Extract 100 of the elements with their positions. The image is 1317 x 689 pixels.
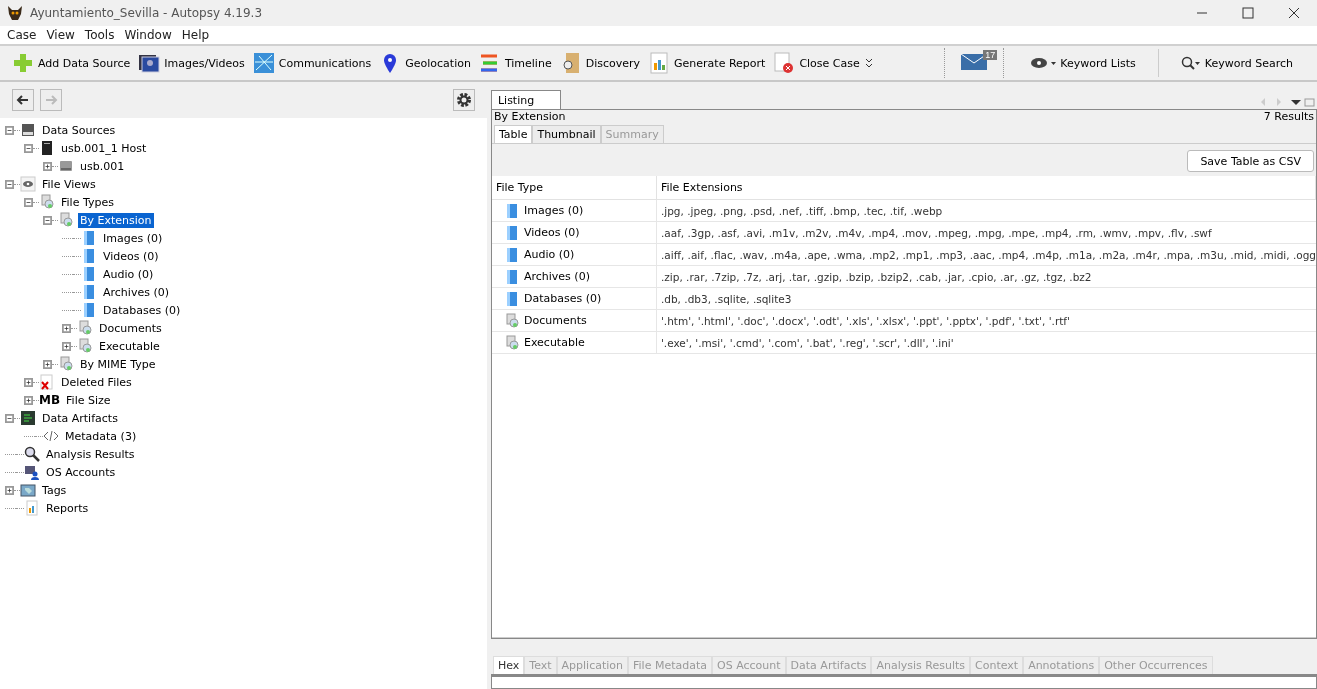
accounts-icon (24, 464, 40, 480)
table-cell[interactable]: Documents (491, 310, 657, 331)
expand-toggle[interactable] (5, 485, 14, 495)
back-button[interactable] (12, 89, 34, 111)
settings-button[interactable] (452, 89, 475, 111)
collapse-toggle[interactable] (24, 143, 33, 153)
table-cell-text: .jpg, .jpeg, .png, .psd, .nef, .tiff, .bmp, .tec, .tif, .webp (659, 203, 944, 219)
tree-item[interactable]: Documents (97, 320, 164, 336)
toolbar-button[interactable]: Images/Videos (134, 48, 249, 78)
report-icon (24, 500, 40, 516)
breadcrumb: By Extension (493, 110, 566, 123)
expand-toggle[interactable] (24, 395, 33, 405)
keyword-lists-button[interactable]: Keyword Lists (1020, 48, 1146, 78)
tree-item[interactable]: OS Accounts (44, 464, 118, 480)
tree-item[interactable]: Analysis Results (44, 446, 137, 462)
tree-item[interactable]: File Size (64, 392, 113, 408)
search-icon (1180, 56, 1201, 70)
file-icon (81, 230, 97, 246)
table-cell[interactable]: Executable (491, 332, 657, 353)
file-icon (81, 284, 97, 300)
keyword-search-button[interactable]: Keyword Search (1170, 48, 1303, 78)
toolbar-button[interactable]: Close Case (769, 48, 864, 78)
expand-toggle[interactable] (43, 359, 52, 369)
menu-item[interactable]: Tools (79, 28, 120, 42)
drive-icon (58, 158, 74, 174)
arrow-right-icon (44, 93, 58, 107)
table-cell[interactable]: Databases (0) (491, 288, 657, 309)
collapse-toggle[interactable] (5, 125, 14, 135)
toolbar-button[interactable]: Timeline (474, 48, 556, 78)
tree-item[interactable]: Audio (0) (101, 266, 156, 282)
file-icon (81, 248, 97, 264)
tree-item[interactable]: By Extension (78, 212, 154, 228)
tree-item[interactable]: Videos (0) (101, 248, 161, 264)
tree-item[interactable]: Images (0) (101, 230, 165, 246)
file-types-icon (58, 212, 74, 228)
tree-item[interactable]: Deleted Files (59, 374, 134, 390)
eye-dropdown-icon (1030, 57, 1057, 69)
tree-item[interactable]: Executable (97, 338, 162, 354)
notification-count: 17 (983, 50, 998, 60)
tree-item[interactable]: File Types (59, 194, 116, 210)
tree-item[interactable]: By MIME Type (78, 356, 158, 372)
collapse-toggle[interactable] (5, 179, 14, 189)
tree-item[interactable]: Data Artifacts (40, 410, 120, 426)
document-close-icon (773, 52, 796, 74)
tree-item[interactable]: Data Sources (40, 122, 118, 138)
magnifier-icon (24, 446, 40, 462)
file-types-icon (58, 356, 74, 372)
results-count: 7 Results (1263, 110, 1314, 123)
server-icon (39, 140, 55, 156)
content-tab[interactable]: Hex (492, 656, 525, 674)
view-tab[interactable]: Table (493, 125, 533, 143)
tree-item[interactable]: Reports (44, 500, 91, 516)
expand-toggle[interactable] (62, 323, 71, 333)
menu-item[interactable]: Case (2, 28, 42, 42)
expand-toggle[interactable] (43, 161, 52, 171)
settings-icon (455, 92, 472, 108)
chevron-double-icon[interactable] (863, 57, 874, 69)
eye-icon (20, 176, 36, 192)
collapse-toggle[interactable] (5, 413, 14, 423)
tag-folder-icon (20, 482, 36, 498)
report-icon (648, 52, 671, 74)
menu-item[interactable]: View (41, 28, 80, 42)
toolbar-button[interactable]: Discovery (555, 48, 645, 78)
envelope-icon (961, 52, 988, 71)
save-csv-button[interactable]: Save Table as CSV (1187, 150, 1314, 172)
code-icon (43, 428, 59, 444)
notifications-button[interactable]: 17 (944, 48, 1005, 78)
column-header[interactable]: File Extensions (656, 176, 1316, 199)
toolbar-button[interactable]: Geolocation (375, 48, 475, 78)
table-cell-text: '.exe', '.msi', '.cmd', '.com', '.bat', '.reg', '.scr', '.dll', '.ini' (659, 335, 955, 351)
table-cell-text: .zip, .rar, .7zip, .7z, .arj, .tar, .gzip, .bzip, .bzip2, .cab, .jar, .cpio, .ar, .gz, .tgz, .bz2 (659, 269, 1093, 285)
table-cell[interactable]: Audio (0) (491, 244, 657, 265)
tree-item[interactable]: Tags (40, 482, 69, 498)
tree-item[interactable]: File Views (40, 176, 98, 192)
view-tab[interactable]: Thumbnail (532, 125, 601, 143)
listing-tab[interactable]: Listing (490, 90, 562, 109)
expand-toggle[interactable] (24, 377, 33, 387)
window-title: Ayuntamiento_Sevilla - Autopsy 4.19.3 (30, 6, 264, 20)
tree-item[interactable]: usb.001 (78, 158, 127, 174)
tree-item[interactable]: Databases (0) (101, 302, 183, 318)
collapse-toggle[interactable] (24, 197, 33, 207)
expand-toggle[interactable] (62, 341, 71, 351)
tree-item[interactable]: usb.001_1 Host (59, 140, 149, 156)
table-cell[interactable]: Archives (0) (491, 266, 657, 287)
menu-item[interactable]: Window (119, 28, 177, 42)
mb-icon: MB (39, 393, 61, 407)
table-cell[interactable]: Images (0) (491, 200, 657, 221)
table-cell[interactable]: Videos (0) (491, 222, 657, 243)
menu-item[interactable]: Help (176, 28, 215, 42)
toolbar-button[interactable]: Add Data Source (8, 48, 135, 78)
arrow-left-icon (16, 93, 30, 107)
artifacts-icon (20, 410, 36, 426)
toolbar-button[interactable]: Generate Report (644, 48, 770, 78)
network-icon (252, 52, 275, 74)
table-cell-text: .aaf, .3gp, .asf, .avi, .m1v, .m2v, .m4v, .mp4, .mov, .mpeg, .mpg, .mpe, .mp4, .rm, .wmv, .mpv, .flv, .swf (659, 225, 1213, 241)
tree-item[interactable]: Metadata (3) (63, 428, 139, 444)
collapse-toggle[interactable] (43, 215, 52, 225)
column-header[interactable]: File Type (491, 176, 657, 199)
toolbar-button[interactable]: Communications (248, 48, 376, 78)
tree-item[interactable]: Archives (0) (101, 284, 171, 300)
